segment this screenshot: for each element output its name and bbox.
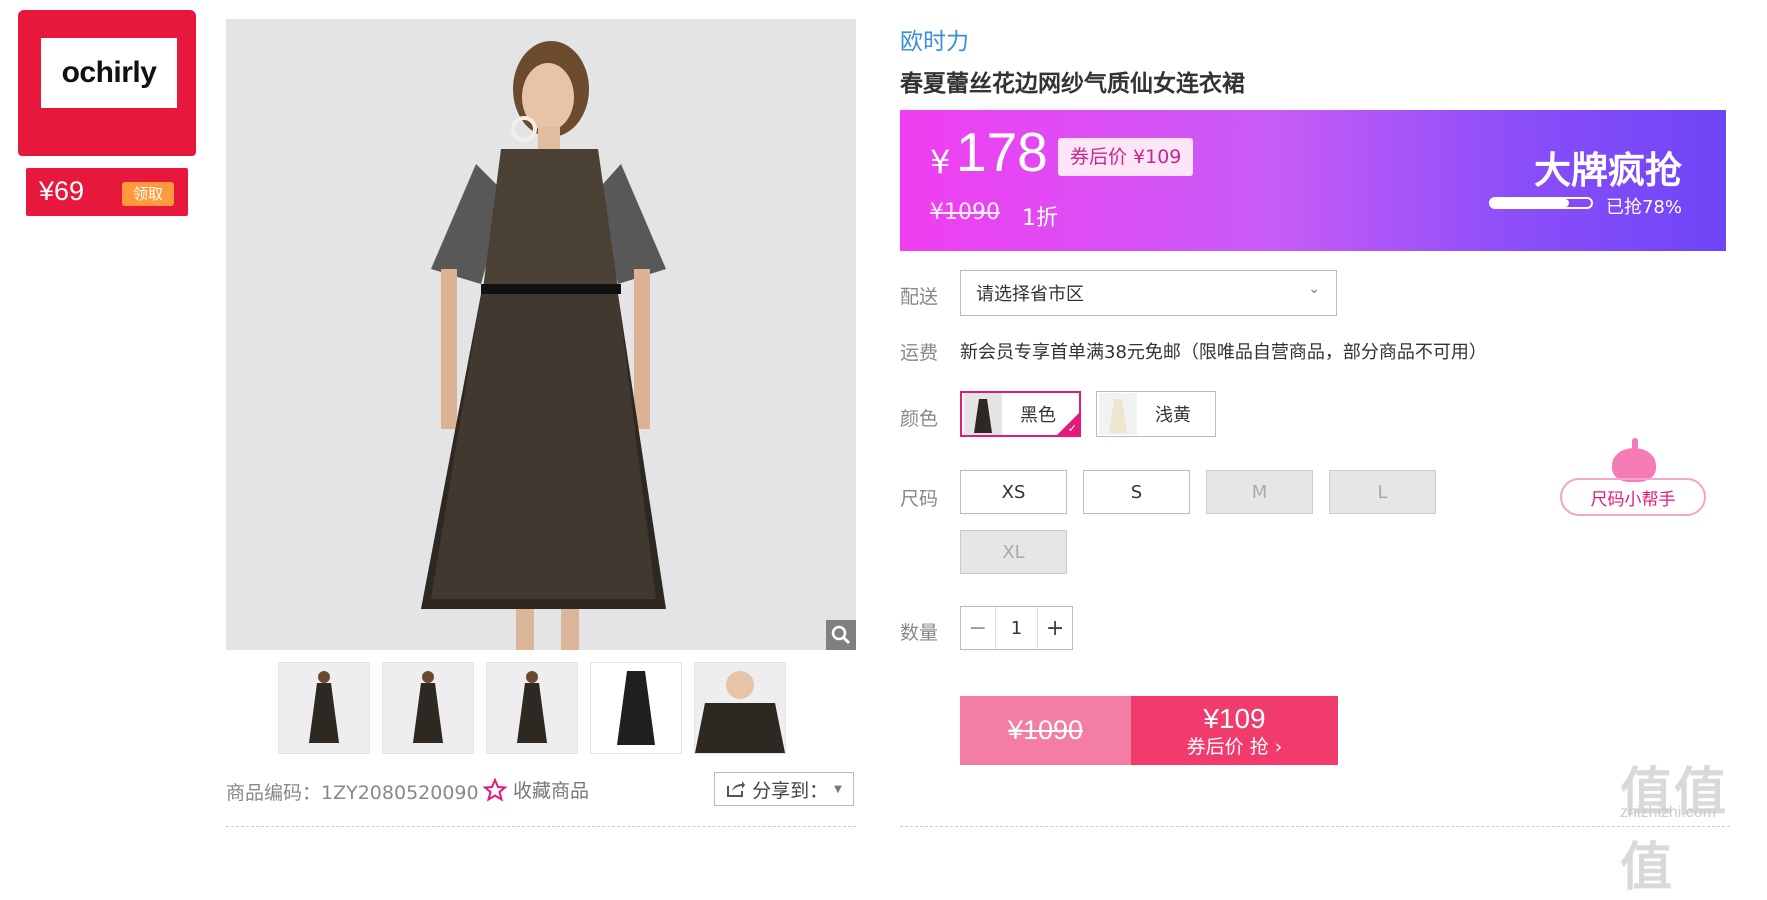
coupon-footer[interactable]: ¥69 领取 bbox=[26, 168, 188, 216]
share-dropdown[interactable]: 分享到： ▼ bbox=[714, 772, 854, 806]
quantity-stepper: − 1 + bbox=[960, 606, 1073, 650]
thumbnail[interactable] bbox=[278, 662, 370, 754]
buy-price: ¥109 bbox=[1203, 702, 1266, 734]
thumbnail[interactable] bbox=[486, 662, 578, 754]
brand-name[interactable]: 欧时力 bbox=[900, 22, 969, 56]
watermark: 值值值 bbox=[1620, 763, 1729, 898]
mascot-icon bbox=[1612, 438, 1656, 482]
caret-down-icon: ▼ bbox=[834, 783, 842, 795]
freight-info: 新会员专享首单满38元免邮（限唯品自营商品，部分商品不可用） bbox=[960, 342, 1487, 363]
thumbnail[interactable] bbox=[694, 662, 786, 754]
delivery-label: 配送 bbox=[900, 286, 939, 308]
divider bbox=[226, 826, 856, 827]
quantity-input[interactable]: 1 bbox=[994, 607, 1039, 649]
claim-coupon-button[interactable]: 领取 bbox=[122, 182, 174, 206]
size-label: 尺码 bbox=[900, 488, 939, 510]
freight-label: 运费 bbox=[900, 342, 939, 364]
size-s[interactable]: S bbox=[1083, 470, 1190, 514]
size-l: L bbox=[1329, 470, 1436, 514]
buy-with-coupon[interactable]: ¥109 券后价 抢 › bbox=[1131, 696, 1338, 765]
sold-percentage: 已抢78% bbox=[1605, 197, 1682, 218]
thumbnail-strip bbox=[278, 662, 786, 754]
brand-coupon[interactable]: ochirly ¥69 领取 bbox=[18, 10, 196, 216]
buy-button[interactable]: ¥1090 ¥109 券后价 抢 › bbox=[960, 696, 1338, 765]
share-label: 分享到： bbox=[752, 779, 829, 802]
thumbnail[interactable] bbox=[382, 662, 474, 754]
sold-progress-fill bbox=[1491, 199, 1569, 207]
decrease-button[interactable]: − bbox=[961, 607, 995, 649]
size-m: M bbox=[1206, 470, 1313, 514]
coupon-header: ochirly bbox=[18, 10, 196, 156]
increase-button[interactable]: + bbox=[1038, 607, 1072, 649]
size-xs[interactable]: XS bbox=[960, 470, 1067, 514]
buy-action-label: 券后价 抢 › bbox=[1186, 735, 1283, 758]
color-swatch bbox=[964, 393, 1002, 435]
original-price: ¥1090 bbox=[930, 200, 1000, 225]
currency-symbol: ¥ bbox=[930, 143, 951, 181]
color-label: 颜色 bbox=[900, 408, 939, 430]
checkmark-icon: ✓ bbox=[1067, 422, 1077, 435]
buy-original-price: ¥1090 bbox=[960, 696, 1131, 765]
region-select[interactable]: 请选择省市区 ⌄ bbox=[960, 270, 1337, 316]
share-icon bbox=[727, 781, 746, 797]
color-option-black[interactable]: 黑色 ✓ bbox=[960, 391, 1081, 437]
magnifier-icon bbox=[831, 625, 851, 645]
region-placeholder: 请选择省市区 bbox=[976, 284, 1084, 305]
sold-progress-bar bbox=[1489, 197, 1593, 209]
product-code: 商品编码：1ZY2080520090 bbox=[226, 782, 479, 804]
thumbnail[interactable] bbox=[590, 662, 682, 754]
main-product-image[interactable] bbox=[226, 19, 856, 650]
quantity-label: 数量 bbox=[900, 622, 939, 644]
color-option-light-yellow[interactable]: 浅黄 bbox=[1096, 391, 1216, 437]
color-swatch bbox=[1099, 393, 1137, 435]
favorite-button[interactable]: 收藏商品 bbox=[483, 776, 589, 803]
coupon-price-tag: 券后价 ¥109 bbox=[1058, 138, 1194, 176]
star-icon bbox=[483, 777, 507, 802]
color-name: 浅黄 bbox=[1155, 405, 1191, 426]
product-title: 春夏蕾丝花边网纱气质仙女连衣裙 bbox=[900, 71, 1245, 97]
campaign-title: 大牌疯抢 bbox=[1534, 149, 1682, 192]
sale-price: 178 bbox=[956, 121, 1048, 183]
watermark-url: zhizhizhi.com bbox=[1620, 804, 1717, 821]
chevron-down-icon: ⌄ bbox=[1308, 281, 1320, 297]
discount-label: 1折 bbox=[1022, 206, 1058, 231]
brand-logo: ochirly bbox=[41, 38, 177, 108]
zoom-button[interactable] bbox=[826, 620, 856, 650]
coupon-price: ¥69 bbox=[39, 176, 85, 206]
size-xl: XL bbox=[960, 530, 1067, 574]
color-name: 黑色 bbox=[1020, 405, 1056, 426]
divider bbox=[900, 826, 1730, 827]
promo-banner: ¥ 178 券后价 ¥109 ¥1090 1折 大牌疯抢 已抢78% bbox=[900, 110, 1726, 251]
favorite-label: 收藏商品 bbox=[513, 780, 590, 802]
size-helper-button[interactable]: 尺码小帮手 bbox=[1560, 478, 1706, 516]
dress-model-illustration bbox=[226, 19, 856, 650]
